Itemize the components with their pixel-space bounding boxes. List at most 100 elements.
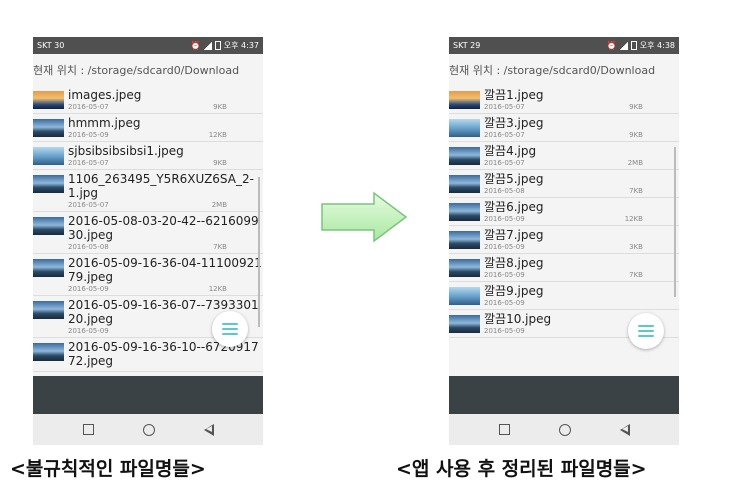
home-icon[interactable]	[558, 423, 571, 436]
image-thumbnail	[449, 175, 480, 193]
file-size: 2MB	[211, 201, 227, 209]
file-meta: 2016-05-07 2MB	[484, 159, 679, 167]
status-icons: ⏰ 오후 4:38	[607, 40, 675, 51]
file-list-item[interactable]: 깔끔5.jpeg 2016-05-08 7KB	[449, 170, 679, 198]
file-date: 2016-05-09	[484, 215, 525, 223]
file-name: 깔끔6.jpeg	[484, 200, 544, 214]
file-size: 12KB	[208, 131, 227, 139]
bottom-panel	[449, 376, 679, 414]
signal-icon	[203, 41, 212, 50]
image-thumbnail	[33, 119, 64, 137]
file-date: 2016-05-09	[68, 131, 109, 139]
file-date: 2016-05-09	[484, 271, 525, 279]
image-thumbnail	[33, 301, 64, 319]
file-size: 9KB	[629, 103, 643, 111]
file-date: 2016-05-07	[484, 159, 525, 167]
file-date: 2016-05-09	[68, 285, 109, 293]
image-thumbnail	[449, 259, 480, 277]
file-list-item[interactable]: 1106_263495_Y5R6XUZ6SA_2-1.jpg 2016-05-07…	[33, 170, 263, 212]
file-list-item[interactable]: 깔끔4.jpg 2016-05-07 2MB	[449, 142, 679, 170]
file-list-item[interactable]: 깔끔9.jpeg 2016-05-09	[449, 282, 679, 310]
clock-label: 오후 4:37	[223, 41, 259, 50]
file-size: 7KB	[629, 271, 643, 279]
file-name: 1106_263495_Y5R6XUZ6SA_2-1.jpg	[68, 172, 254, 200]
file-list-item[interactable]: 깔끔3.jpeg 2016-05-07 9KB	[449, 114, 679, 142]
file-size: 3KB	[629, 243, 643, 251]
recent-apps-icon[interactable]	[82, 424, 94, 435]
image-thumbnail	[33, 147, 64, 165]
file-list-item[interactable]: 깔끔1.jpeg 2016-05-07 9KB	[449, 86, 679, 114]
file-date: 2016-05-07	[68, 159, 109, 167]
recent-apps-icon[interactable]	[498, 424, 510, 435]
menu-fab-button[interactable]	[212, 311, 248, 347]
file-size: 9KB	[213, 159, 227, 167]
file-size: 7KB	[213, 243, 227, 251]
file-size: 9KB	[213, 103, 227, 111]
file-date: 2016-05-09	[484, 299, 525, 307]
file-list-item[interactable]: 깔끔6.jpeg 2016-05-09 12KB	[449, 198, 679, 226]
phone-screen-before: SKT 30 ⏰ 오후 4:37 현재 위치 : /storage/sdcard…	[33, 37, 263, 445]
file-name: hmmm.jpeg	[68, 116, 141, 130]
nav-bar	[449, 414, 679, 445]
file-name: 깔끔8.jpeg	[484, 256, 544, 270]
file-size: 12KB	[624, 215, 643, 223]
back-icon[interactable]	[619, 423, 630, 436]
file-date: 2016-05-07	[68, 201, 109, 209]
scrollbar[interactable]	[258, 177, 260, 327]
image-thumbnail	[449, 315, 480, 333]
file-list-item[interactable]: 깔끔8.jpeg 2016-05-09 7KB	[449, 254, 679, 282]
file-list-item[interactable]: 2016-05-08-03-20-42--621609930.jpeg 2016-…	[33, 212, 263, 254]
image-thumbnail	[33, 91, 64, 109]
status-icons: ⏰ 오후 4:37	[191, 40, 259, 51]
image-thumbnail	[449, 231, 480, 249]
image-thumbnail	[449, 203, 480, 221]
file-size: 2MB	[627, 159, 643, 167]
right-arrow-icon	[321, 191, 408, 243]
menu-icon	[222, 323, 238, 325]
current-path-label: 현재 위치 : /storage/sdcard0/Download	[33, 64, 240, 77]
file-list-item[interactable]: hmmm.jpeg 2016-05-09 12KB	[33, 114, 263, 142]
signal-icon	[619, 41, 628, 50]
file-name: 2016-05-08-03-20-42--621609930.jpeg	[68, 214, 259, 242]
file-meta: 2016-05-09 12KB	[484, 215, 679, 223]
file-name: 2016-05-09-16-36-04-1110092179.jpeg	[68, 256, 262, 284]
back-icon[interactable]	[203, 423, 214, 436]
phone-screen-after: SKT 29 ⏰ 오후 4:38 현재 위치 : /storage/sdcard…	[449, 37, 679, 445]
file-meta: 2016-05-07 9KB	[484, 131, 679, 139]
bottom-panel	[33, 376, 263, 414]
file-name: 깔끔7.jpeg	[484, 228, 544, 242]
carrier-label: SKT 29	[453, 41, 481, 50]
home-icon[interactable]	[142, 423, 155, 436]
file-list-item[interactable]: 깔끔7.jpeg 2016-05-09 3KB	[449, 226, 679, 254]
file-date: 2016-05-09	[68, 327, 109, 335]
menu-fab-button[interactable]	[628, 313, 664, 349]
image-thumbnail	[449, 91, 480, 109]
carrier-label: SKT 30	[37, 41, 65, 50]
file-meta: 2016-05-09 7KB	[484, 271, 679, 279]
menu-icon	[638, 325, 654, 327]
file-size: 9KB	[629, 131, 643, 139]
caption-after: <앱 사용 후 정리된 파일명들>	[396, 458, 647, 480]
file-list-item[interactable]: images.jpeg 2016-05-07 9KB	[33, 86, 263, 114]
file-list-item[interactable]: sjbsibsibsibsi1.jpeg 2016-05-07 9KB	[33, 142, 263, 170]
status-bar: SKT 30 ⏰ 오후 4:37	[33, 37, 263, 54]
image-thumbnail	[449, 287, 480, 305]
file-date: 2016-05-07	[68, 103, 109, 111]
scrollbar[interactable]	[674, 147, 676, 297]
image-thumbnail	[33, 343, 64, 361]
file-size: 12KB	[208, 285, 227, 293]
file-name: 깔끔4.jpg	[484, 144, 537, 158]
file-name: 깔끔5.jpeg	[484, 172, 544, 186]
caption-before: <불규칙적인 파일명들>	[10, 458, 206, 480]
file-meta: 2016-05-08 7KB	[68, 243, 263, 251]
file-meta: 2016-05-07 9KB	[68, 103, 263, 111]
image-thumbnail	[33, 259, 64, 277]
file-meta: 2016-05-07 2MB	[68, 201, 263, 209]
file-name: 깔끔9.jpeg	[484, 284, 544, 298]
image-thumbnail	[449, 147, 480, 165]
battery-icon	[630, 41, 637, 50]
file-date: 2016-05-08	[484, 187, 525, 195]
file-name: sjbsibsibsibsi1.jpeg	[68, 144, 184, 158]
file-list-item[interactable]: 2016-05-09-16-36-04-1110092179.jpeg 2016-…	[33, 254, 263, 296]
file-name: 깔끔1.jpeg	[484, 88, 544, 102]
